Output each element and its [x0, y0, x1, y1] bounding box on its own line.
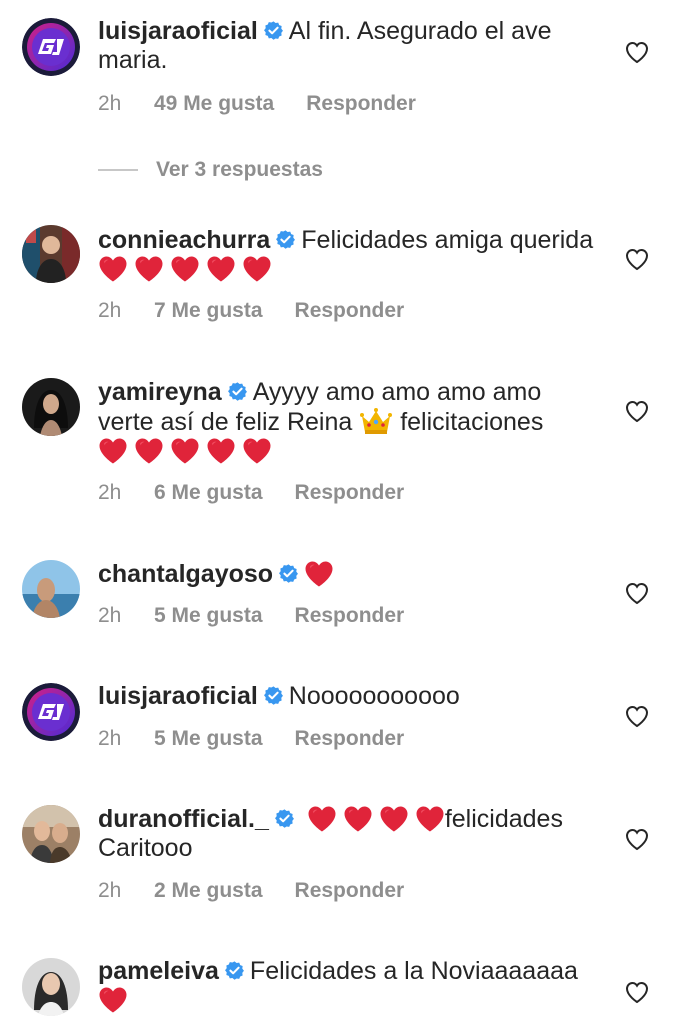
- avatar[interactable]: [22, 560, 80, 618]
- comment-meta: 2h 5 Me gusta Responder: [98, 727, 404, 751]
- comment-meta: 2h 6 Me gusta Responder: [98, 481, 404, 505]
- comment-meta: 2h 5 Me gusta Responder: [98, 604, 404, 628]
- comment-body: duranofficial._ felicidades Caritooo: [98, 805, 603, 863]
- red-heart-emoji-icon: [134, 437, 164, 465]
- red-heart-emoji-icon: [98, 437, 128, 465]
- red-heart-emoji-icon: [206, 437, 236, 465]
- luisjara-logo-icon: [22, 18, 80, 76]
- username[interactable]: connieachurra: [98, 226, 270, 254]
- red-heart-emoji-icon: [98, 986, 128, 1014]
- comment-text: Felicidades amiga querida: [301, 226, 594, 254]
- verified-badge-icon: [263, 685, 284, 706]
- likes-count[interactable]: 2 Me gusta: [154, 879, 263, 903]
- avatar[interactable]: [22, 958, 80, 1016]
- red-heart-emoji-icon: [206, 255, 236, 283]
- avatar-photo: [22, 958, 80, 1016]
- red-heart-emoji-icon: [343, 805, 373, 833]
- likes-count[interactable]: 5 Me gusta: [154, 727, 263, 751]
- avatar[interactable]: [22, 225, 80, 283]
- verified-badge-icon: [274, 808, 295, 829]
- avatar[interactable]: [22, 683, 80, 741]
- timestamp: 2h: [98, 727, 122, 750]
- heart-outline-icon[interactable]: [624, 247, 650, 271]
- comment-body: pameleiva Felicidades a la Noviaaaaaaa: [98, 957, 603, 1015]
- likes-count[interactable]: 49 Me gusta: [154, 92, 274, 116]
- heart-outline-icon[interactable]: [624, 581, 650, 605]
- red-heart-emoji-icon: [242, 255, 272, 283]
- avatar-photo: [22, 805, 80, 863]
- comment-body: luisjaraoficial Nooooooooooo: [98, 682, 603, 711]
- avatar[interactable]: [22, 18, 80, 76]
- comment-meta: 2h 2 Me gusta Responder: [98, 879, 404, 903]
- avatar-photo: [22, 378, 80, 436]
- verified-badge-icon: [275, 229, 296, 250]
- comment-body: connieachurra Felicidades amiga querida: [98, 226, 603, 284]
- avatar[interactable]: [22, 805, 80, 863]
- view-replies-label[interactable]: Ver 3 respuestas: [156, 158, 323, 181]
- red-heart-emoji-icon: [170, 437, 200, 465]
- username[interactable]: duranofficial._: [98, 805, 269, 833]
- likes-count[interactable]: 6 Me gusta: [154, 481, 263, 505]
- comment-meta: 2h 7 Me gusta Responder: [98, 299, 404, 323]
- timestamp: 2h: [98, 92, 122, 115]
- likes-count[interactable]: 5 Me gusta: [154, 604, 263, 628]
- red-heart-emoji-icon: [304, 560, 334, 588]
- heart-outline-icon[interactable]: [624, 40, 650, 64]
- avatar[interactable]: [22, 378, 80, 436]
- red-heart-emoji-icon: [415, 805, 445, 833]
- reply-button[interactable]: Responder: [295, 727, 405, 750]
- timestamp: 2h: [98, 481, 122, 504]
- red-heart-emoji-icon: [98, 255, 128, 283]
- avatar-photo: [22, 225, 80, 283]
- username[interactable]: chantalgayoso: [98, 560, 273, 588]
- reply-button[interactable]: Responder: [306, 92, 416, 115]
- verified-badge-icon: [278, 563, 299, 584]
- reply-button[interactable]: Responder: [295, 879, 405, 902]
- timestamp: 2h: [98, 879, 122, 902]
- comment-meta: 2h 49 Me gusta Responder: [98, 92, 416, 116]
- view-replies-button[interactable]: Ver 3 respuestas: [98, 158, 323, 186]
- red-heart-emoji-icon: [307, 805, 337, 833]
- comment-body: chantalgayoso: [98, 560, 603, 589]
- timestamp: 2h: [98, 604, 122, 627]
- reply-button[interactable]: Responder: [295, 604, 405, 627]
- verified-badge-icon: [227, 381, 248, 402]
- timestamp: 2h: [98, 299, 122, 322]
- red-heart-emoji-icon: [242, 437, 272, 465]
- red-heart-emoji-icon: [170, 255, 200, 283]
- luisjara-logo-icon: [22, 683, 80, 741]
- heart-outline-icon[interactable]: [624, 827, 650, 851]
- red-heart-emoji-icon: [134, 255, 164, 283]
- username[interactable]: pameleiva: [98, 957, 219, 985]
- username[interactable]: yamireyna: [98, 378, 222, 406]
- heart-outline-icon[interactable]: [624, 399, 650, 423]
- comment-text: Felicidades a la Noviaaaaaaa: [249, 957, 578, 985]
- comment-text: felicitaciones: [400, 408, 544, 436]
- crown-emoji-icon: [359, 407, 393, 435]
- heart-outline-icon[interactable]: [624, 704, 650, 728]
- verified-badge-icon: [263, 20, 284, 41]
- divider: [98, 169, 138, 172]
- comment-text: Nooooooooooo: [288, 682, 460, 710]
- username[interactable]: luisjaraoficial: [98, 17, 258, 45]
- reply-button[interactable]: Responder: [295, 481, 405, 504]
- red-heart-emoji-icon: [379, 805, 409, 833]
- verified-badge-icon: [224, 960, 245, 981]
- avatar-photo: [22, 560, 80, 618]
- reply-button[interactable]: Responder: [295, 299, 405, 322]
- comment-body: yamireyna Ayyyy amo amo amo amo verte así…: [98, 378, 603, 466]
- username[interactable]: luisjaraoficial: [98, 682, 258, 710]
- likes-count[interactable]: 7 Me gusta: [154, 299, 263, 323]
- comment-body: luisjaraoficial Al fin. Asegurado el ave …: [98, 17, 603, 75]
- heart-outline-icon[interactable]: [624, 980, 650, 1004]
